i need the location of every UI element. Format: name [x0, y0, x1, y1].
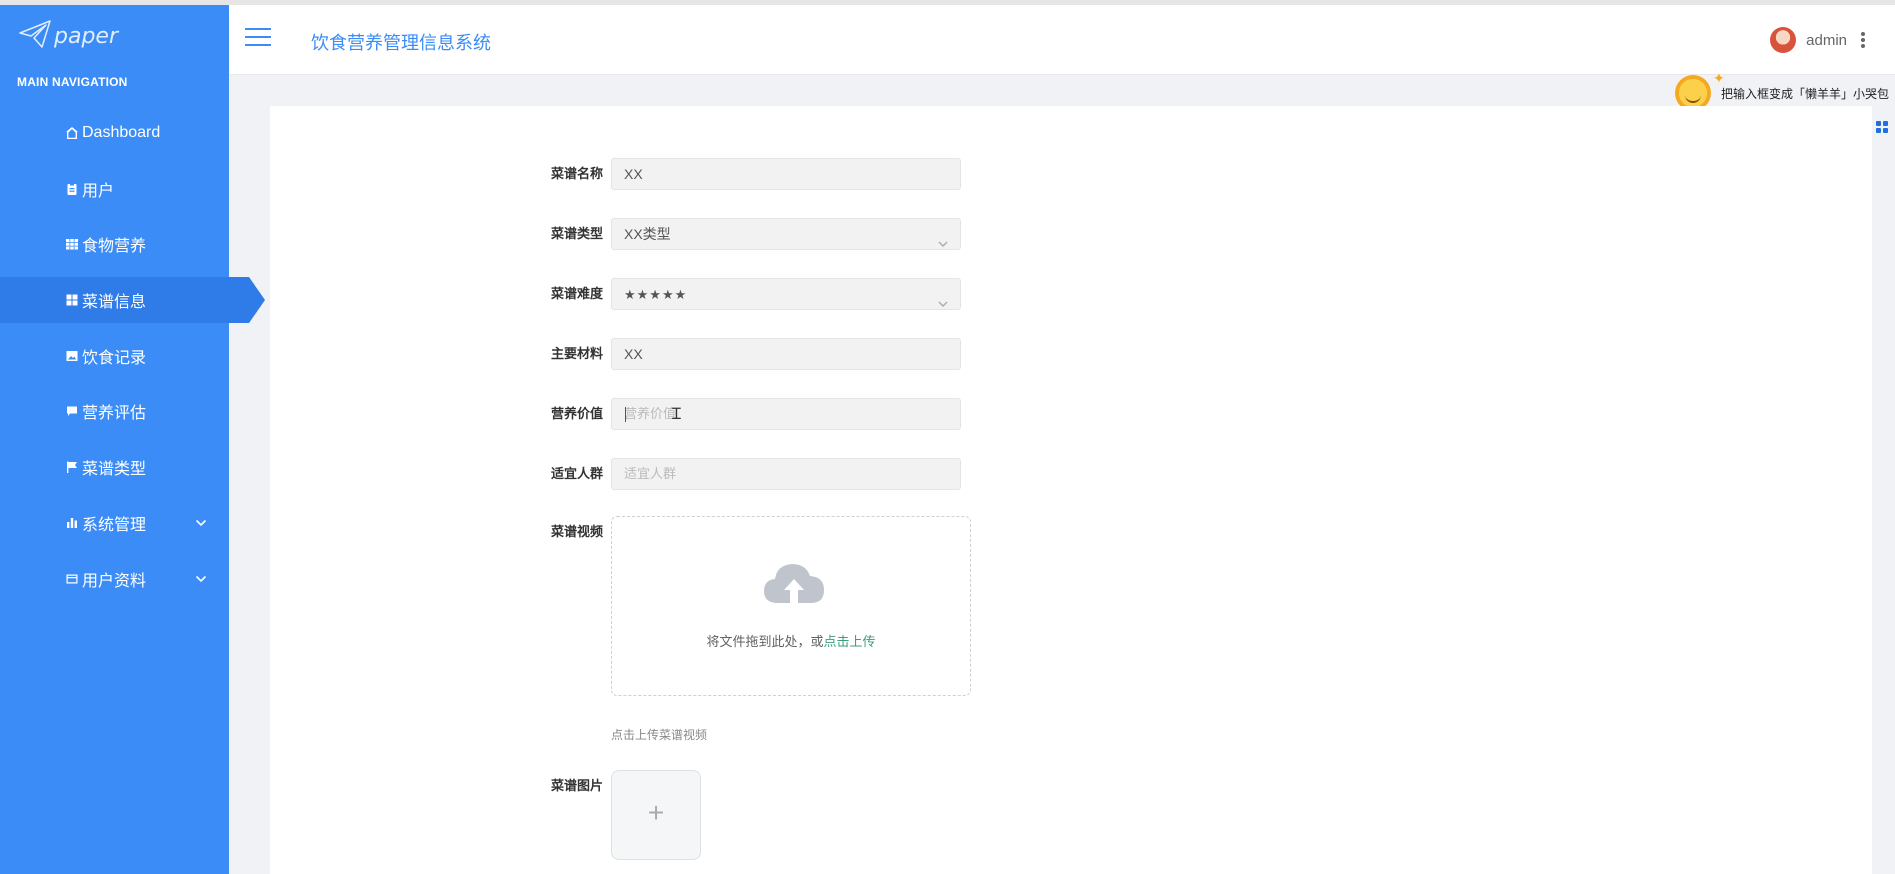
- sidebar-item-label: 营养评估: [82, 405, 147, 423]
- top-header: 饮食营养管理信息系统 admin: [229, 5, 1895, 75]
- chevron-down-icon[interactable]: [195, 516, 207, 528]
- apps-icon[interactable]: [1872, 117, 1892, 137]
- brand-logo[interactable]: paper: [18, 19, 118, 54]
- sidebar-item-label: 菜谱类型: [82, 461, 147, 479]
- main-material-label: 主要材料: [550, 346, 603, 361]
- main-content: 菜谱名称 XX 菜谱类型 XX类型 菜谱难度 ★★★★★ 主要材料 XX 营养价…: [270, 106, 1872, 874]
- recipe-difficulty-value: ★★★★★: [624, 287, 688, 302]
- avatar[interactable]: [1770, 27, 1797, 53]
- id-card-icon: [64, 571, 80, 587]
- sidebar-item-label: 饮食记录: [82, 349, 147, 367]
- clipboard-icon: [64, 181, 80, 197]
- sidebar-item-label: 食物营养: [82, 238, 147, 256]
- sidebar-item-label: 系统管理: [82, 516, 147, 534]
- plus-icon: +: [647, 797, 665, 828]
- app-root: paper MAIN NAVIGATION Dashboard 用户 食物营养 …: [0, 0, 1895, 874]
- sidebar: paper MAIN NAVIGATION Dashboard 用户 食物营养 …: [0, 5, 265, 874]
- nutrition-value-placeholder: 营养价值: [624, 406, 677, 421]
- sidebar-item-food-nutrition[interactable]: 食物营养: [0, 221, 229, 267]
- sidebar-item-label: 用户资料: [82, 572, 147, 590]
- nutrition-value-input[interactable]: 营养价值 Ɪ: [611, 398, 961, 430]
- recipe-type-label: 菜谱类型: [550, 226, 603, 241]
- recipe-video-label: 菜谱视频: [550, 524, 603, 539]
- chevron-down-icon: [938, 229, 948, 247]
- nutrition-value-label: 营养价值: [550, 406, 603, 421]
- nav-header: MAIN NAVIGATION: [17, 75, 128, 89]
- paper-plane-icon: [18, 19, 52, 54]
- video-upload-dropzone[interactable]: 将文件拖到此处，或点击上传: [611, 516, 971, 696]
- chevron-down-icon: [938, 289, 948, 307]
- recipe-difficulty-label: 菜谱难度: [550, 286, 603, 301]
- recipe-name-label: 菜谱名称: [550, 166, 603, 181]
- image-icon: [64, 348, 80, 364]
- suitable-crowd-input[interactable]: 适宜人群: [611, 458, 961, 490]
- sidebar-item-recipe-info[interactable]: 菜谱信息: [0, 277, 265, 324]
- sidebar-nav: Dashboard 用户 食物营养 菜谱信息 饮食记录 营养评估 菜谱类型 系统…: [0, 110, 265, 611]
- upload-instructions: 将文件拖到此处，或点击上传: [612, 631, 970, 650]
- sidebar-item-label: 菜谱信息: [82, 294, 147, 312]
- ibeam-cursor-icon: Ɪ: [672, 406, 681, 423]
- sparkle-icon: ✦: [1713, 70, 1725, 86]
- sidebar-item-user-profile[interactable]: 用户资料: [0, 556, 229, 602]
- form-row-main-material: 主要材料 XX: [535, 338, 961, 370]
- home-icon: [64, 125, 80, 141]
- username[interactable]: admin: [1806, 32, 1847, 49]
- upload-drag-text: 将文件拖到此处，或: [706, 634, 824, 649]
- sidebar-item-dashboard[interactable]: Dashboard: [0, 110, 229, 156]
- recipe-name-input[interactable]: XX: [611, 158, 961, 190]
- form-row-recipe-type: 菜谱类型 XX类型: [535, 218, 961, 250]
- recipe-difficulty-select[interactable]: ★★★★★: [611, 278, 961, 310]
- recipe-type-value: XX类型: [624, 226, 671, 242]
- flag-icon: [64, 459, 80, 475]
- main-material-input[interactable]: XX: [611, 338, 961, 370]
- bar-chart-icon: [64, 515, 80, 531]
- cloud-upload-icon: [764, 564, 824, 603]
- chevron-down-icon[interactable]: [195, 572, 207, 584]
- brand-name: paper: [54, 24, 118, 49]
- ime-tip-text[interactable]: 把输入框变成「懒羊羊」小哭包: [1721, 85, 1889, 102]
- sidebar-item-label: 用户: [82, 182, 115, 200]
- text-caret: [625, 407, 626, 422]
- form-row-recipe-name: 菜谱名称 XX: [535, 158, 961, 190]
- recipe-image-label: 菜谱图片: [550, 778, 603, 793]
- page-title: 饮食营养管理信息系统: [311, 33, 491, 53]
- more-vertical-icon[interactable]: [1861, 32, 1865, 48]
- suitable-crowd-label: 适宜人群: [550, 466, 603, 481]
- user-menu[interactable]: admin: [1770, 27, 1865, 53]
- recipe-type-select[interactable]: XX类型: [611, 218, 961, 250]
- video-upload-hint: 点击上传菜谱视频: [611, 728, 708, 742]
- comment-icon: [64, 403, 80, 419]
- add-image-button[interactable]: +: [611, 770, 701, 860]
- sidebar-item-system-management[interactable]: 系统管理: [0, 500, 229, 546]
- form-row-recipe-difficulty: 菜谱难度 ★★★★★: [535, 278, 961, 310]
- apps-icon: [64, 292, 80, 308]
- menu-toggle-icon[interactable]: [245, 28, 271, 48]
- form-row-recipe-image: 菜谱图片 +: [535, 770, 701, 860]
- click-upload-link[interactable]: 点击上传: [824, 634, 876, 649]
- sidebar-item-diet-record[interactable]: 饮食记录: [0, 333, 229, 379]
- form-row-recipe-video: 菜谱视频 将文件拖到此处，或点击上传: [535, 516, 971, 696]
- sidebar-item-users[interactable]: 用户: [0, 166, 229, 212]
- sidebar-item-label: Dashboard: [82, 124, 161, 141]
- form-row-nutrition-value: 营养价值 营养价值 Ɪ: [535, 398, 961, 430]
- sidebar-item-nutrition-assessment[interactable]: 营养评估: [0, 388, 229, 434]
- form-row-suitable-crowd: 适宜人群 适宜人群: [535, 458, 961, 490]
- sidebar-item-recipe-type[interactable]: 菜谱类型: [0, 444, 229, 490]
- grid-icon: [64, 236, 80, 252]
